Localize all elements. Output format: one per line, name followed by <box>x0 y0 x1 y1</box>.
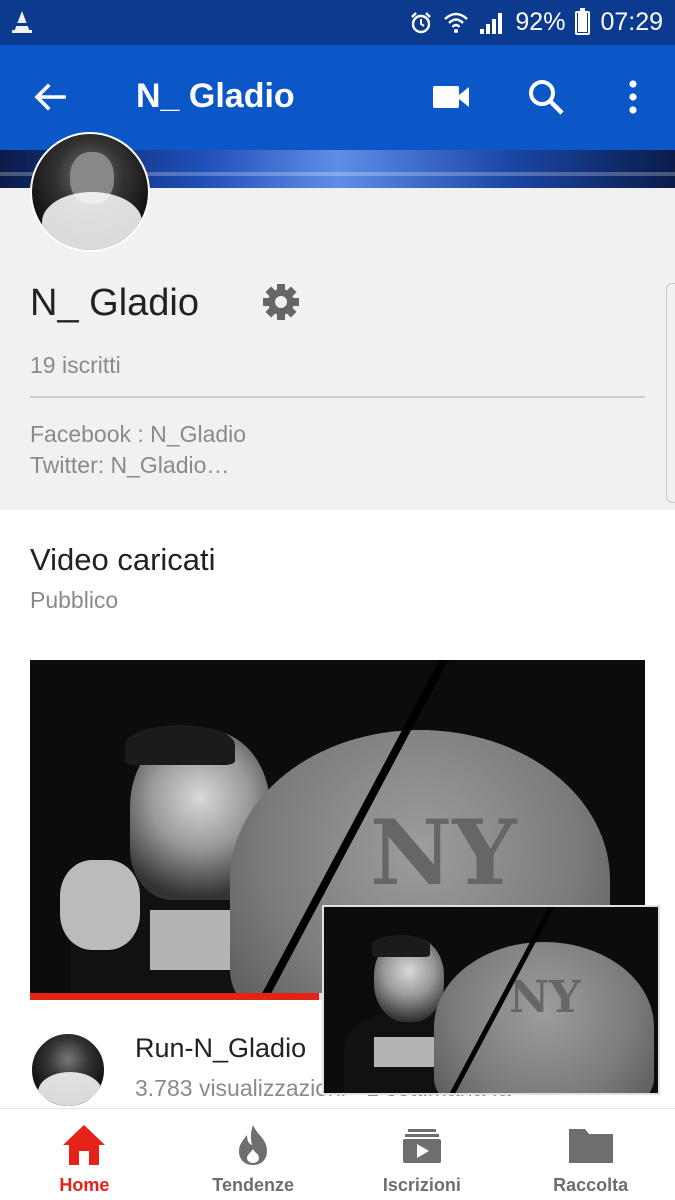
nav-label-library: Raccolta <box>553 1175 629 1195</box>
video-camera-icon[interactable] <box>432 83 470 111</box>
wifi-icon <box>444 12 469 33</box>
vlc-icon <box>12 11 32 33</box>
app-bar-title: N_ Gladio <box>136 77 295 115</box>
signal-icon <box>480 12 503 34</box>
mini-player[interactable]: NY <box>322 905 660 1095</box>
channel-name: N_ Gladio <box>30 282 199 324</box>
uploads-visibility: Pubblico <box>30 587 119 613</box>
nav-label-trending: Tendenze <box>212 1175 294 1195</box>
battery-fill <box>578 13 588 32</box>
nav-subscriptions[interactable]: Iscrizioni <box>338 1109 507 1200</box>
gear-icon[interactable] <box>261 282 301 322</box>
nav-library[interactable]: Raccolta <box>506 1109 675 1200</box>
avatar-hood <box>42 192 142 250</box>
channel-description[interactable]: Facebook : N_Gladio Twitter: N_Gladio… <box>30 419 246 481</box>
nav-label-home: Home <box>59 1175 110 1195</box>
nav-home[interactable]: Home <box>0 1109 169 1200</box>
subscriber-count: 19 iscritti <box>30 352 121 378</box>
header-divider <box>30 396 645 398</box>
channel-avatar[interactable] <box>30 132 150 252</box>
library-folder-icon <box>568 1129 613 1163</box>
battery-icon <box>575 7 591 35</box>
mini-person-cap <box>372 935 430 957</box>
watch-progress-fill <box>30 993 320 1000</box>
alarm-icon <box>411 11 432 33</box>
video-title[interactable]: Run-N_Gladio <box>135 1033 306 1064</box>
search-icon[interactable] <box>527 78 565 116</box>
trending-flame-icon <box>239 1125 268 1165</box>
thumb-cap-logo: NY <box>370 800 517 906</box>
row-avatar-hood <box>38 1072 102 1106</box>
nav-label-subscriptions: Iscrizioni <box>382 1175 461 1195</box>
thumb-hand <box>60 860 140 950</box>
description-line-twitter: Twitter: N_Gladio… <box>30 452 230 478</box>
bottom-navigation: Home Tendenze Iscrizioni Raccolta <box>0 1108 675 1200</box>
back-arrow-icon[interactable] <box>32 79 68 115</box>
clock: 07:29 <box>600 8 663 36</box>
side-panel-edge[interactable] <box>666 283 675 503</box>
uploads-section-title: Video caricati <box>30 542 216 577</box>
more-vert-icon[interactable] <box>625 78 641 116</box>
home-icon <box>63 1125 106 1165</box>
battery-percent: 92% <box>515 8 566 36</box>
description-line-facebook: Facebook : N_Gladio <box>30 421 247 447</box>
subscriptions-icon <box>402 1129 441 1163</box>
video-channel-avatar[interactable] <box>30 1032 106 1108</box>
thumb-person-cap <box>125 725 235 765</box>
status-bar: 92% 07:29 <box>0 0 675 45</box>
mini-cap-logo: NY <box>509 972 581 1023</box>
nav-trending[interactable]: Tendenze <box>169 1109 338 1200</box>
